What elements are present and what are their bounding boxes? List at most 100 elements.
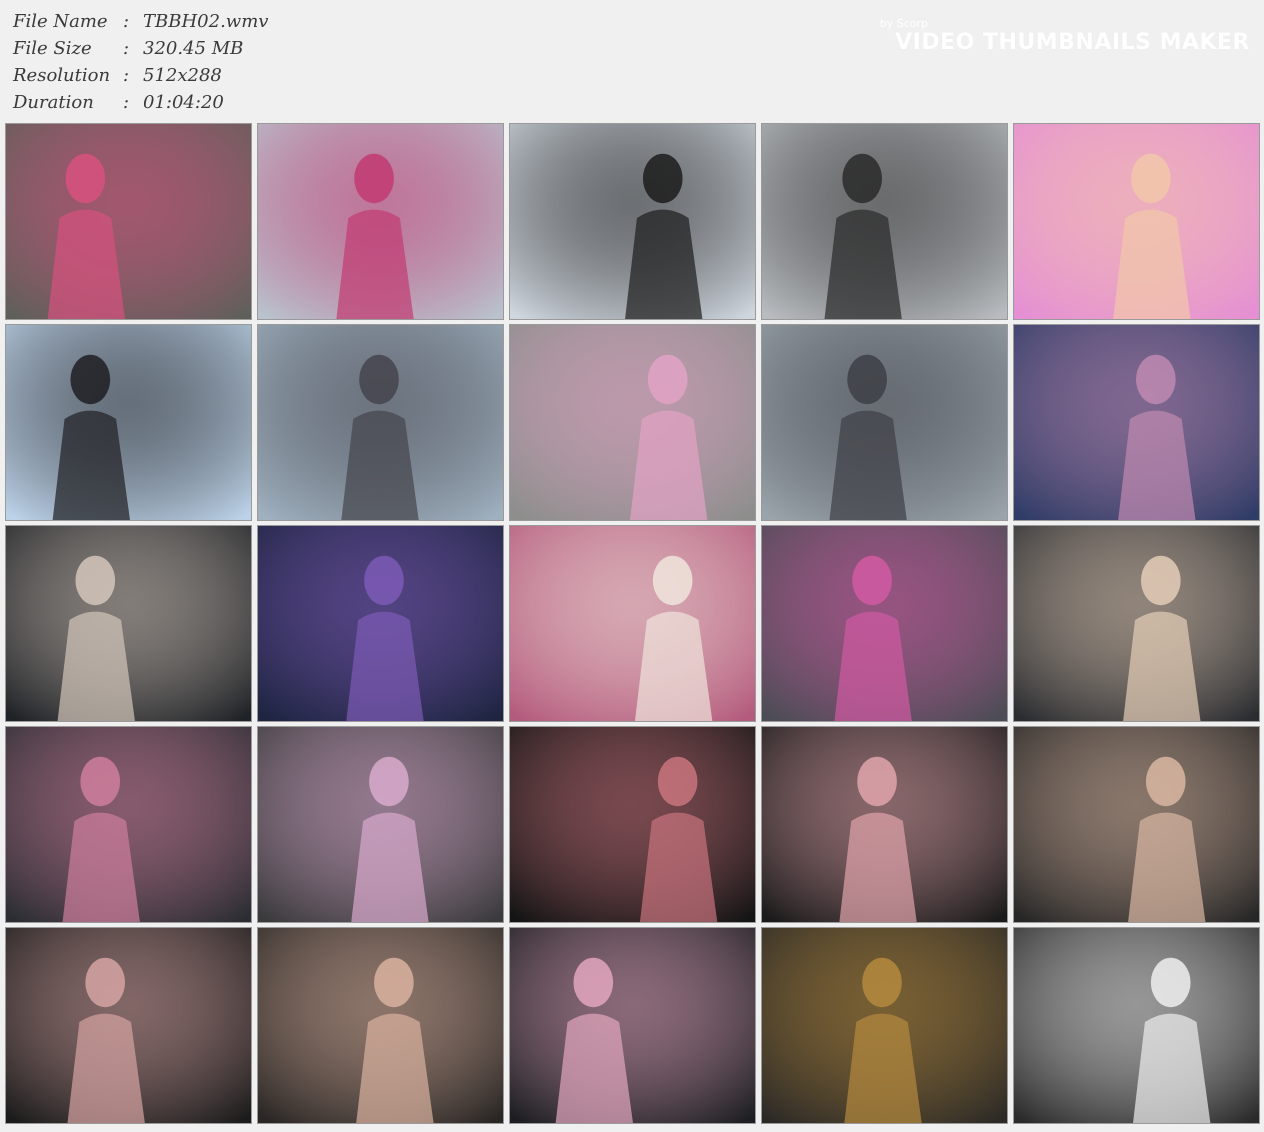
file-name-row: File Name : TBBH02.wmv — [13, 8, 268, 35]
thumb-blue-light-duel-figure-head — [1136, 354, 1176, 405]
thumb-black-figure-fight-image — [6, 325, 251, 520]
thumb-blue-light-cape-figure-head — [364, 555, 404, 606]
thumb-schoolgirl-rooftop-image — [762, 124, 1007, 319]
thumb-cross-chains-image — [6, 928, 251, 1123]
thumb-pink-suit-cage-image — [6, 124, 251, 319]
thumb-schoolgirl-rooftop — [761, 123, 1008, 320]
thumb-pink-suit-cage — [5, 123, 252, 320]
thumb-golden-helmet-image — [762, 928, 1007, 1123]
file-size-separator: : — [123, 38, 130, 59]
thumb-armored-villain-image — [258, 325, 503, 520]
thumb-kneeling-cross-image — [510, 928, 755, 1123]
duration-label: Duration — [13, 92, 94, 113]
watermark-author: by Scorp — [879, 17, 928, 30]
thumb-pink-suit-cage-light — [6, 124, 251, 319]
thumb-white-boots-figure-head — [1150, 957, 1191, 1008]
thumb-injured-belt — [509, 525, 756, 722]
thumb-heroine-on-ground-light — [510, 325, 755, 520]
thumbnail-grid — [4, 122, 1261, 1125]
thumb-colorful-transform-figure-head — [1131, 153, 1171, 204]
thumb-white-boots-image — [1014, 928, 1259, 1123]
thumb-dark-heroine-kneel-figure-head — [75, 555, 116, 606]
thumb-heroine-lying — [761, 525, 1008, 722]
thumb-crucified-closeup-figure-head — [857, 756, 897, 807]
thumb-masked-closeup — [257, 123, 504, 320]
thumb-black-figure-fight-figure-head — [70, 354, 111, 405]
watermark-brand: VIDEO THUMBNAILS MAKER — [895, 30, 1250, 55]
thumb-blue-light-duel-image — [1014, 325, 1259, 520]
thumb-villain-holding-heroine-figure-head — [847, 354, 887, 405]
thumb-golden-helmet — [761, 927, 1008, 1124]
file-info-panel: File Name : TBBH02.wmv File Size : 320.4… — [13, 8, 268, 116]
thumb-pink-suit-cage-figure-head — [65, 153, 106, 204]
thumb-cross-chains — [5, 927, 252, 1124]
thumb-cross-chains-figure-head — [85, 957, 126, 1008]
file-size-label: File Size — [13, 38, 92, 59]
watermark: by Scorp VIDEO THUMBNAILS MAKER — [880, 18, 1250, 56]
thumb-mask-crucified — [1013, 726, 1260, 923]
resolution-row: Resolution : 512x288 — [13, 62, 268, 89]
thumb-injured-belt-light — [510, 526, 755, 721]
thumb-blue-light-cape-image — [258, 526, 503, 721]
thumb-black-figure-fight-light — [6, 325, 251, 520]
thumb-heroine-dragged — [257, 726, 504, 923]
thumb-heroine-dragged-figure-head — [369, 756, 409, 807]
thumb-heroine-on-ground-figure-head — [647, 354, 688, 405]
thumb-villain-holding-heroine-image — [762, 325, 1007, 520]
thumb-crucified-dark-figure-head — [657, 756, 698, 807]
thumb-spiked-mace — [5, 726, 252, 923]
file-name-value: TBBH02.wmv — [143, 11, 269, 32]
thumb-crucified-dark-image — [510, 727, 755, 922]
thumb-black-suits-rooftop-figure-head — [642, 153, 683, 204]
thumb-spiked-mace-image — [6, 727, 251, 922]
thumb-dark-heroine-kneel — [5, 525, 252, 722]
thumb-masked-struggle-image — [1014, 526, 1259, 721]
thumb-masked-closeup-figure-head — [354, 153, 394, 204]
thumb-black-suits-rooftop — [509, 123, 756, 320]
duration-value: 01:04:20 — [143, 92, 224, 113]
thumb-injured-belt-image — [510, 526, 755, 721]
thumb-crucified-dark-light — [510, 727, 755, 922]
thumb-kneeling-cross-light — [510, 928, 755, 1123]
resolution-separator: : — [123, 65, 130, 86]
duration-separator: : — [123, 92, 130, 113]
file-name-label: File Name — [13, 11, 108, 32]
thumb-kneeling-cross — [509, 927, 756, 1124]
thumb-heroine-on-ground — [509, 324, 756, 521]
thumb-colorful-transform-image — [1014, 124, 1259, 319]
thumb-arms-chained-figure-head — [374, 957, 414, 1008]
thumb-masked-struggle-figure-head — [1140, 555, 1181, 606]
thumb-masked-struggle — [1013, 525, 1260, 722]
thumb-arms-chained-image — [258, 928, 503, 1123]
file-size-row: File Size : 320.45 MB — [13, 35, 268, 62]
resolution-value: 512x288 — [143, 65, 222, 86]
thumb-dark-heroine-kneel-image — [6, 526, 251, 721]
thumb-spiked-mace-figure-head — [80, 756, 121, 807]
thumb-heroine-lying-figure-head — [852, 555, 892, 606]
thumb-golden-helmet-figure-head — [862, 957, 902, 1008]
thumb-blue-light-cape — [257, 525, 504, 722]
thumb-colorful-transform — [1013, 123, 1260, 320]
thumb-arms-chained — [257, 927, 504, 1124]
thumb-mask-crucified-figure-head — [1145, 756, 1186, 807]
file-size-value: 320.45 MB — [143, 38, 244, 59]
thumb-crucified-closeup-image — [762, 727, 1007, 922]
thumb-injured-belt-figure-head — [652, 555, 693, 606]
thumb-blue-light-duel — [1013, 324, 1260, 521]
thumb-crucified-closeup — [761, 726, 1008, 923]
thumb-kneeling-cross-figure-head — [573, 957, 614, 1008]
thumb-white-boots — [1013, 927, 1260, 1124]
duration-row: Duration : 01:04:20 — [13, 89, 268, 116]
thumb-heroine-dragged-image — [258, 727, 503, 922]
thumb-villain-holding-heroine — [761, 324, 1008, 521]
resolution-label: Resolution — [13, 65, 111, 86]
thumb-armored-villain — [257, 324, 504, 521]
thumb-mask-crucified-image — [1014, 727, 1259, 922]
thumb-heroine-on-ground-image — [510, 325, 755, 520]
thumb-masked-closeup-image — [258, 124, 503, 319]
thumb-schoolgirl-rooftop-figure-head — [842, 153, 883, 204]
thumb-black-figure-fight — [5, 324, 252, 521]
thumb-armored-villain-figure-head — [359, 354, 399, 405]
file-name-separator: : — [123, 11, 130, 32]
thumb-heroine-lying-image — [762, 526, 1007, 721]
